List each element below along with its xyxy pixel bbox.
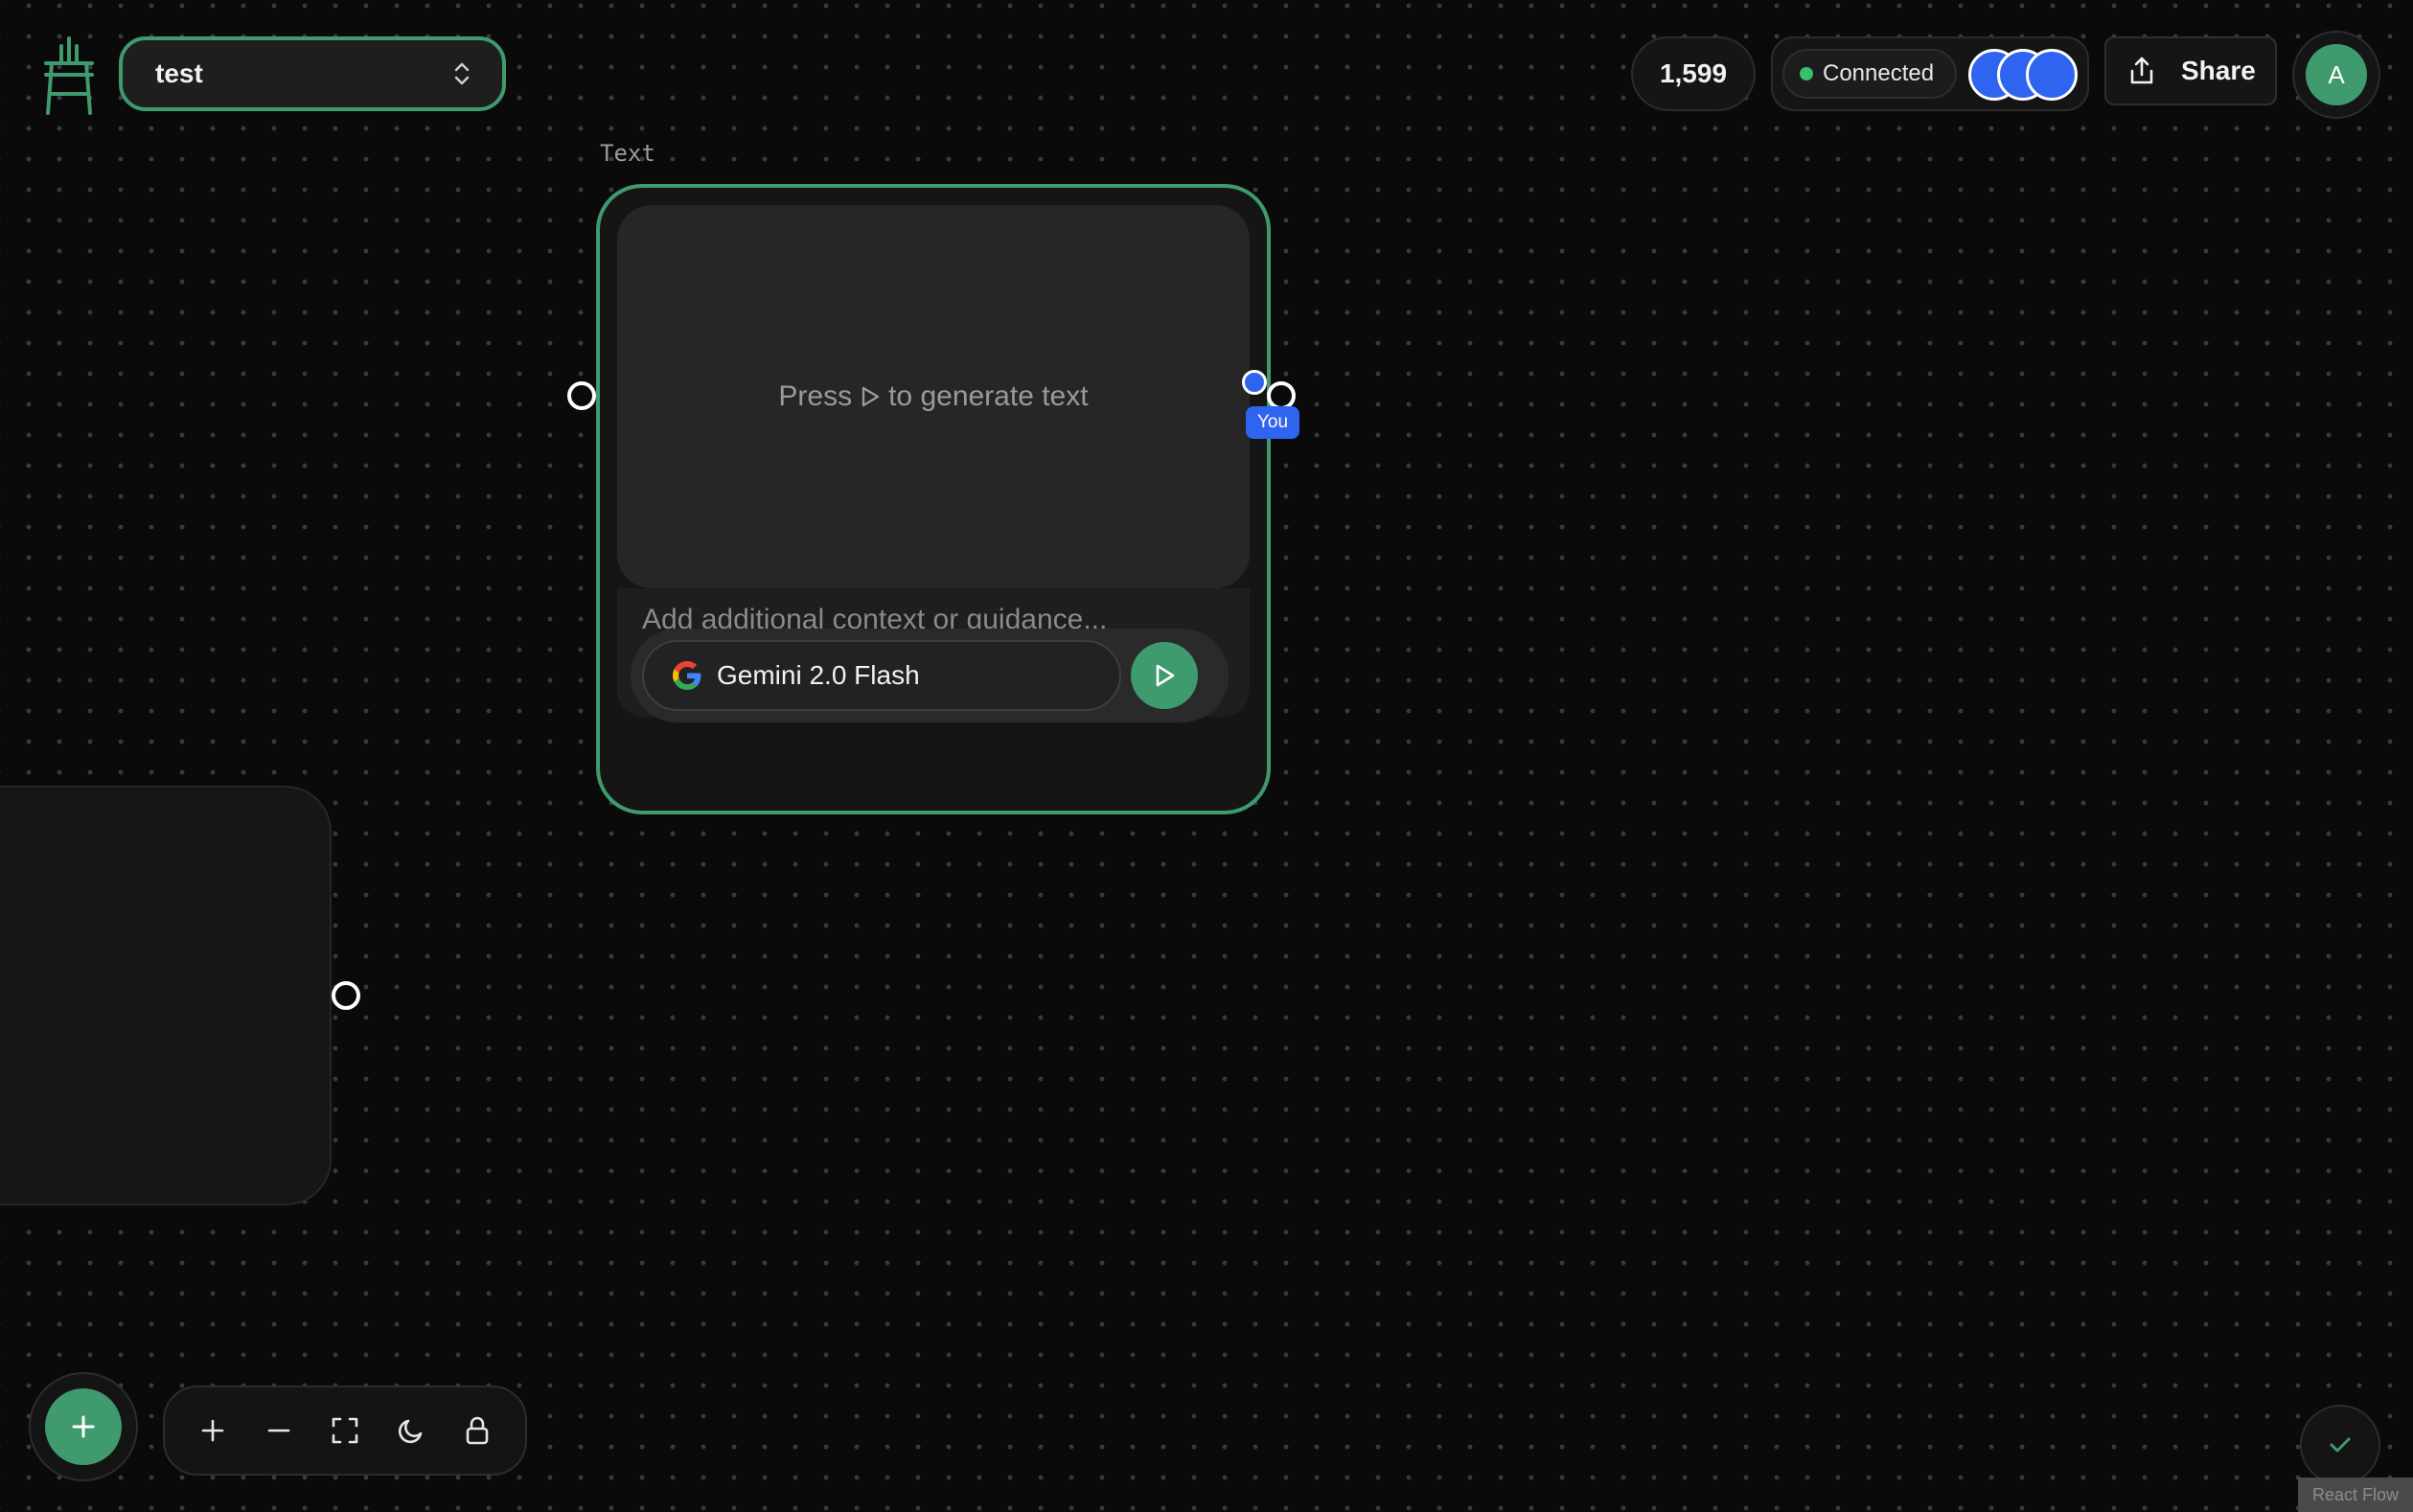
output-prefix: Press bbox=[778, 380, 853, 412]
fullscreen-icon bbox=[332, 1417, 358, 1444]
plus-icon bbox=[72, 1415, 95, 1438]
avatar[interactable]: A bbox=[2306, 44, 2367, 105]
model-name: Gemini 2.0 Flash bbox=[717, 660, 920, 690]
status-dot bbox=[1800, 67, 1813, 80]
node-output-area: Press to generate text bbox=[617, 205, 1250, 588]
collaborator-cursor-label: You bbox=[1246, 406, 1300, 439]
add-node-control bbox=[29, 1372, 138, 1481]
plus-icon bbox=[202, 1419, 224, 1442]
project-selector[interactable]: test bbox=[119, 36, 506, 111]
node-output-handle[interactable] bbox=[332, 981, 360, 1010]
share-button[interactable]: Share bbox=[2104, 36, 2277, 105]
model-selector[interactable]: Gemini 2.0 Flash bbox=[642, 640, 1121, 711]
lock-icon bbox=[466, 1416, 488, 1445]
theme-toggle-button[interactable] bbox=[382, 1402, 440, 1459]
fit-view-button[interactable] bbox=[316, 1402, 374, 1459]
easel-icon bbox=[44, 36, 94, 115]
lock-button[interactable] bbox=[448, 1402, 506, 1459]
zoom-out-button[interactable] bbox=[250, 1402, 308, 1459]
upload-icon bbox=[2130, 57, 2153, 84]
output-suffix: to generate text bbox=[888, 380, 1089, 412]
collaborator-avatars[interactable] bbox=[1968, 47, 2083, 101]
user-initial: A bbox=[2328, 59, 2345, 89]
save-status bbox=[2300, 1405, 2380, 1485]
collaborator-avatar[interactable] bbox=[2026, 49, 2079, 101]
play-icon bbox=[1156, 664, 1175, 687]
react-flow-attribution[interactable]: React Flow bbox=[2298, 1478, 2413, 1512]
connection-status-label: Connected bbox=[1823, 60, 1935, 86]
flow-canvas[interactable]: test 1,599 Connected Share A Text Press … bbox=[0, 0, 2413, 1512]
credits-value: 1,599 bbox=[1659, 58, 1728, 88]
node-input-handle[interactable] bbox=[567, 381, 596, 410]
collaboration-status: Connected bbox=[1771, 36, 2089, 111]
project-name: test bbox=[155, 58, 203, 88]
minus-icon bbox=[267, 1429, 290, 1432]
collaborator-cursor bbox=[1242, 370, 1267, 395]
run-button[interactable] bbox=[1131, 642, 1198, 709]
node-title: Text bbox=[600, 140, 655, 167]
canvas-controls bbox=[163, 1386, 527, 1476]
play-icon bbox=[862, 386, 880, 407]
zoom-in-button[interactable] bbox=[184, 1402, 241, 1459]
google-icon bbox=[673, 661, 701, 690]
text-node[interactable]: Press to generate text Add additional co… bbox=[596, 184, 1271, 814]
credits-counter[interactable]: 1,599 bbox=[1631, 36, 1756, 111]
flow-node[interactable] bbox=[0, 786, 332, 1205]
add-node-button[interactable] bbox=[45, 1388, 122, 1465]
check-icon bbox=[2330, 1437, 2351, 1453]
share-label: Share bbox=[2181, 56, 2256, 85]
user-menu[interactable]: A bbox=[2292, 31, 2380, 119]
moon-icon bbox=[398, 1419, 423, 1444]
connection-status-badge: Connected bbox=[1782, 49, 1958, 99]
model-toolbar: Gemini 2.0 Flash bbox=[631, 629, 1229, 722]
app-logo[interactable] bbox=[42, 34, 96, 117]
chevron-up-down-icon bbox=[454, 62, 470, 85]
